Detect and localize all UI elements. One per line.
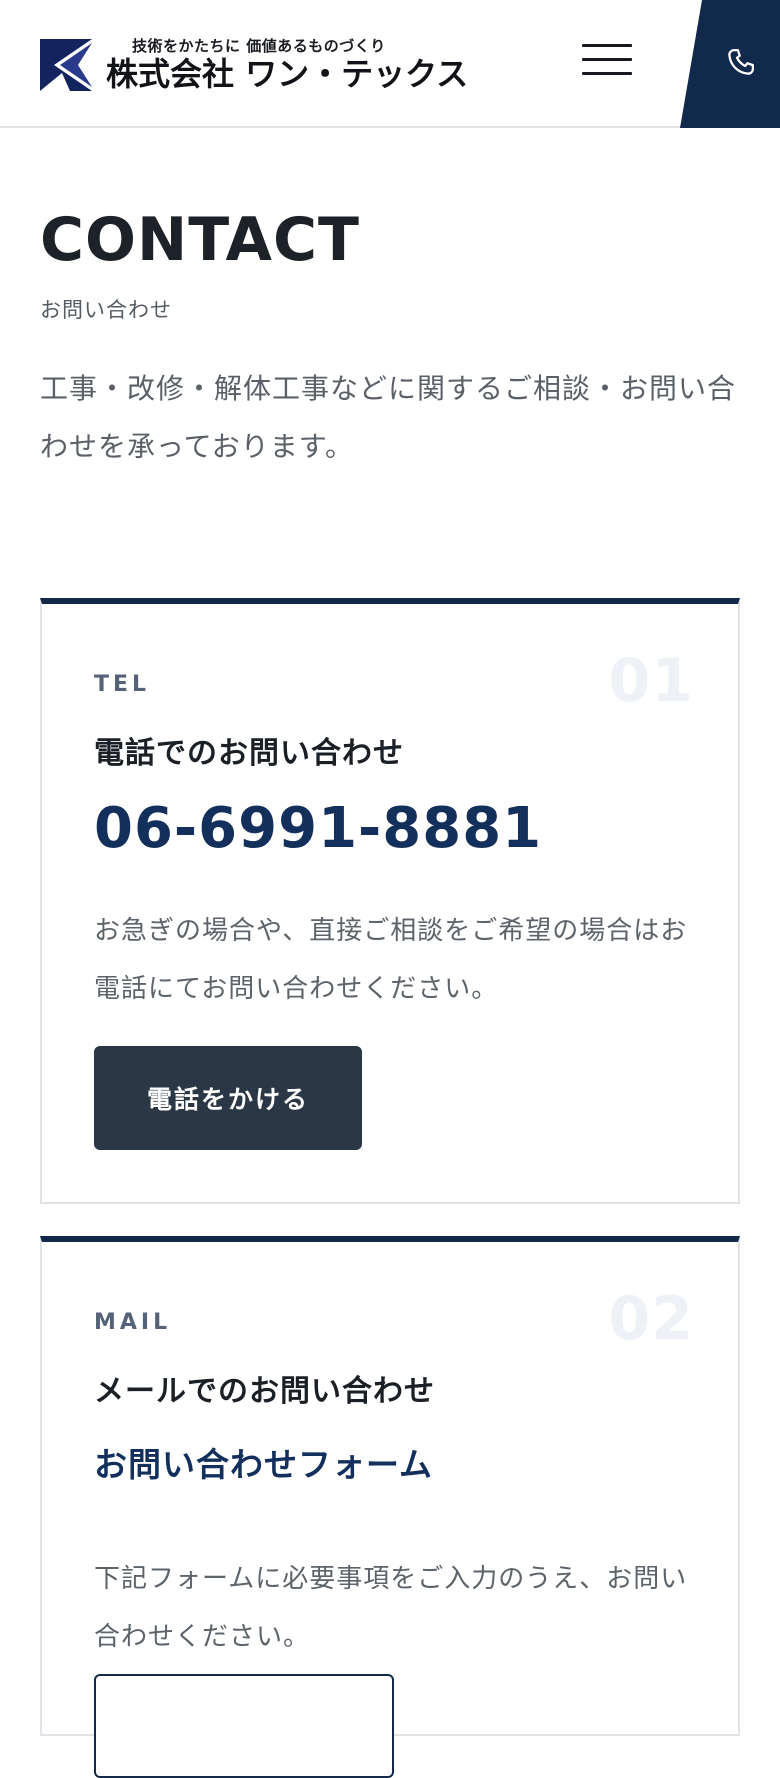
menu-line	[582, 44, 632, 47]
card-heading: メールでのお問い合わせ	[94, 1374, 435, 1409]
phone-number-link[interactable]: 06-6991-8881	[94, 796, 542, 861]
logo-text: 技術をかたちに 価値あるものづくり 株式会社 ワン・テックス	[106, 38, 468, 92]
call-button[interactable]: 電話をかける	[94, 1046, 362, 1150]
page-title: CONTACT	[40, 205, 360, 275]
card-heading: 電話でのお問い合わせ	[94, 736, 404, 771]
hamburger-menu-icon[interactable]	[582, 44, 632, 84]
contact-form-button[interactable]	[94, 1674, 394, 1778]
card-label: TEL	[94, 672, 151, 697]
card-number: 01	[608, 646, 694, 716]
intro-text: 工事・改修・解体工事などに関するご相談・お問い合わせを承っております。	[40, 372, 737, 463]
contact-form-link[interactable]: お問い合わせフォーム	[94, 1438, 433, 1486]
logo-mark-icon	[40, 39, 92, 91]
logo-tagline: 技術をかたちに 価値あるものづくり	[132, 37, 386, 55]
menu-line	[582, 72, 632, 75]
company-name: 株式会社 ワン・テックス	[106, 55, 469, 93]
page-subtitle: お問い合わせ	[40, 298, 172, 322]
mail-contact-card: MAIL 02 メールでのお問い合わせ お問い合わせフォーム 下記フォームに必要…	[40, 1236, 740, 1778]
card-description: 下記フォームに必要事項をご入力のうえ、お問い合わせください。	[94, 1564, 688, 1652]
phone-icon	[728, 49, 754, 75]
company-logo[interactable]: 技術をかたちに 価値あるものづくり 株式会社 ワン・テックス	[40, 38, 468, 92]
menu-line	[582, 58, 632, 61]
card-number: 02	[608, 1284, 694, 1354]
header-phone-button[interactable]	[680, 0, 780, 128]
site-header: 技術をかたちに 価値あるものづくり 株式会社 ワン・テックス	[0, 0, 780, 128]
tel-contact-card: TEL 01 電話でのお問い合わせ 06-6991-8881 お急ぎの場合や、直…	[40, 598, 740, 1204]
card-description: お急ぎの場合や、直接ご相談をご希望の場合はお電話にてお問い合わせください。	[94, 916, 688, 1004]
card-label: MAIL	[94, 1310, 172, 1335]
